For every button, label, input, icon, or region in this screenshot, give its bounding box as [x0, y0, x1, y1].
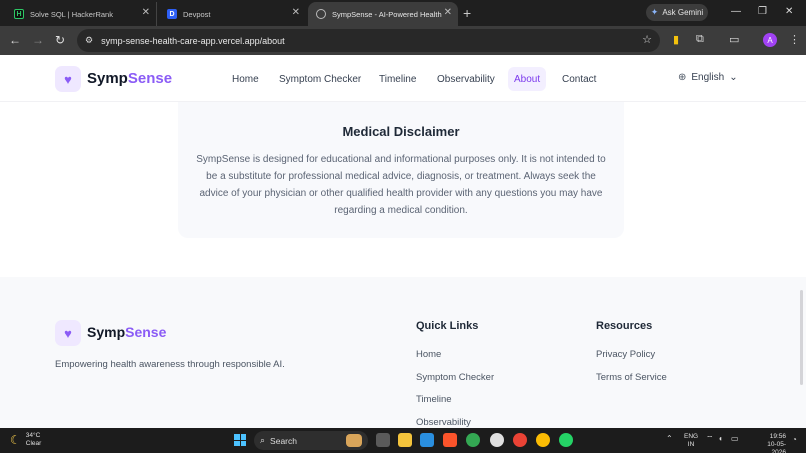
- extension-icon[interactable]: ▮: [673, 33, 679, 46]
- input-language-region: IN: [687, 441, 695, 448]
- nav-contact[interactable]: Contact: [562, 69, 596, 89]
- footer-link-observability[interactable]: Observability: [416, 417, 471, 428]
- chevron-down-icon: ⌄: [729, 72, 738, 83]
- bookmark-star-icon[interactable]: ☆: [642, 33, 652, 46]
- whatsapp-icon[interactable]: [559, 433, 573, 447]
- site-footer: ♥ SympSense Empowering health awareness …: [0, 277, 806, 428]
- chrome-profile-icon[interactable]: [490, 433, 504, 447]
- logo-badge[interactable]: ♥: [55, 66, 81, 92]
- extensions-puzzle-icon[interactable]: ⧉: [696, 33, 704, 46]
- chrome-alt-icon[interactable]: [513, 433, 527, 447]
- chrome-icon[interactable]: [466, 433, 480, 447]
- file-explorer-icon[interactable]: [398, 433, 412, 447]
- windows-start-icon[interactable]: [234, 434, 246, 446]
- task-view-icon[interactable]: [376, 433, 390, 447]
- devpost-icon: D: [167, 9, 177, 19]
- input-language-code: ENG: [684, 433, 699, 440]
- clock-date: 10-05-2026: [767, 441, 786, 453]
- back-icon[interactable]: ←: [9, 33, 21, 47]
- url-text[interactable]: symp-sense-health-care-app.vercel.app/ab…: [101, 36, 285, 46]
- windows-taskbar: ☾ 34°C Clear ⌕ Search ⌃ ENG IN ⌔ ◖ ▭ 19:…: [0, 428, 806, 453]
- forward-icon[interactable]: →: [32, 33, 44, 47]
- brave-icon[interactable]: [443, 433, 457, 447]
- tab-label: Devpost: [183, 9, 211, 19]
- vscode-icon[interactable]: [420, 433, 434, 447]
- globe-icon: [316, 9, 326, 19]
- weather-widget[interactable]: ☾ 34°C Clear: [10, 432, 41, 448]
- quick-links-heading: Quick Links: [416, 320, 479, 332]
- notification-bell-icon[interactable]: ◔: [792, 435, 797, 444]
- medical-disclaimer-card: Medical Disclaimer SympSense is designed…: [178, 102, 624, 238]
- clock-time: 19:56: [769, 433, 786, 440]
- tab-label: Solve SQL | HackerRank: [30, 9, 113, 19]
- tray-chevron-up-icon[interactable]: ⌃: [666, 434, 673, 443]
- brand-prefix: Symp: [87, 70, 128, 87]
- ask-gemini-label: Ask Gemini: [662, 8, 704, 17]
- language-selector[interactable]: ⊕ English ⌄: [678, 72, 738, 83]
- weather-condition: Clear: [25, 440, 42, 447]
- footer-tagline: Empowering health awareness through resp…: [55, 359, 285, 370]
- weather-temp: 34°C: [25, 432, 41, 439]
- web-page: ♥ SympSense Home Symptom Checker Timelin…: [0, 55, 806, 428]
- new-tab-icon[interactable]: +: [463, 5, 471, 21]
- restore-icon[interactable]: ❐: [758, 6, 767, 17]
- disclaimer-title: Medical Disclaimer: [342, 124, 460, 139]
- brand-suffix: Sense: [125, 324, 167, 340]
- nav-timeline[interactable]: Timeline: [379, 69, 416, 89]
- search-icon: ⌕: [260, 435, 266, 445]
- close-icon[interactable]: ✕: [292, 7, 300, 18]
- battery-icon[interactable]: ▭: [731, 434, 739, 443]
- nav-symptom-checker[interactable]: Symptom Checker: [279, 69, 361, 89]
- language-label: English: [691, 72, 725, 83]
- profile-avatar[interactable]: A: [763, 33, 777, 47]
- footer-brand-name[interactable]: SympSense: [87, 324, 166, 340]
- heart-logo-icon: ♥: [64, 325, 72, 341]
- footer-link-timeline[interactable]: Timeline: [416, 394, 452, 405]
- volume-icon[interactable]: ◖: [718, 434, 723, 443]
- footer-link-privacy-policy[interactable]: Privacy Policy: [596, 349, 655, 360]
- cast-icon[interactable]: ▭: [729, 33, 739, 46]
- footer-link-home[interactable]: Home: [416, 349, 441, 360]
- minimize-icon[interactable]: —: [731, 6, 741, 17]
- taskbar-search[interactable]: ⌕ Search: [254, 431, 368, 450]
- ask-gemini-button[interactable]: ✦ Ask Gemini: [646, 4, 708, 21]
- page-scrollbar[interactable]: [800, 290, 803, 385]
- moon-icon: ☾: [10, 433, 21, 447]
- footer-link-terms-of-service[interactable]: Terms of Service: [596, 372, 667, 383]
- heart-logo-icon: ♥: [64, 71, 72, 87]
- tab-hackerrank[interactable]: H Solve SQL | HackerRank ✕: [6, 2, 156, 26]
- search-highlight-icon: [346, 434, 362, 447]
- brand-name[interactable]: SympSense: [87, 70, 172, 87]
- input-language[interactable]: ENG IN: [684, 433, 698, 449]
- tab-sympsense[interactable]: SympSense - AI-Powered Healthcare ✕: [308, 2, 458, 26]
- site-header: ♥ SympSense Home Symptom Checker Timelin…: [0, 55, 806, 102]
- brand-suffix: Sense: [127, 70, 173, 87]
- chrome-active-icon[interactable]: [536, 433, 550, 447]
- address-bar[interactable]: ⚙ symp-sense-health-care-app.vercel.app/…: [77, 29, 660, 52]
- wifi-icon[interactable]: ⌔: [706, 434, 714, 444]
- close-icon[interactable]: ✕: [444, 7, 452, 18]
- browser-toolbar: ← → ↻ ⚙ symp-sense-health-care-app.verce…: [0, 26, 806, 55]
- tab-label: SympSense - AI-Powered Healthcare: [332, 9, 442, 19]
- window-close-icon[interactable]: ✕: [785, 6, 793, 17]
- globe-icon: ⊕: [678, 72, 687, 83]
- taskbar-search-label: Search: [270, 435, 297, 446]
- nav-about[interactable]: About: [508, 67, 547, 91]
- site-info-icon[interactable]: ⚙: [85, 35, 93, 46]
- browser-tab-strip: H Solve SQL | HackerRank ✕ D Devpost ✕ S…: [0, 0, 806, 26]
- footer-link-symptom-checker[interactable]: Symptom Checker: [416, 372, 494, 383]
- resources-heading: Resources: [596, 320, 653, 332]
- brand-prefix: Symp: [87, 324, 126, 340]
- reload-icon[interactable]: ↻: [55, 33, 65, 47]
- disclaimer-body: SympSense is designed for educational an…: [196, 154, 606, 216]
- nav-observability[interactable]: Observability: [437, 69, 495, 89]
- footer-logo-badge[interactable]: ♥: [55, 320, 81, 346]
- close-icon[interactable]: ✕: [142, 7, 150, 18]
- nav-home[interactable]: Home: [232, 69, 259, 89]
- tab-devpost[interactable]: D Devpost ✕: [156, 2, 306, 26]
- system-clock[interactable]: 19:56 10-05-2026: [760, 433, 786, 453]
- gemini-sparkle-icon: ✦: [650, 7, 659, 17]
- hackerrank-icon: H: [14, 9, 24, 19]
- menu-kebab-icon[interactable]: ⋮: [789, 33, 800, 46]
